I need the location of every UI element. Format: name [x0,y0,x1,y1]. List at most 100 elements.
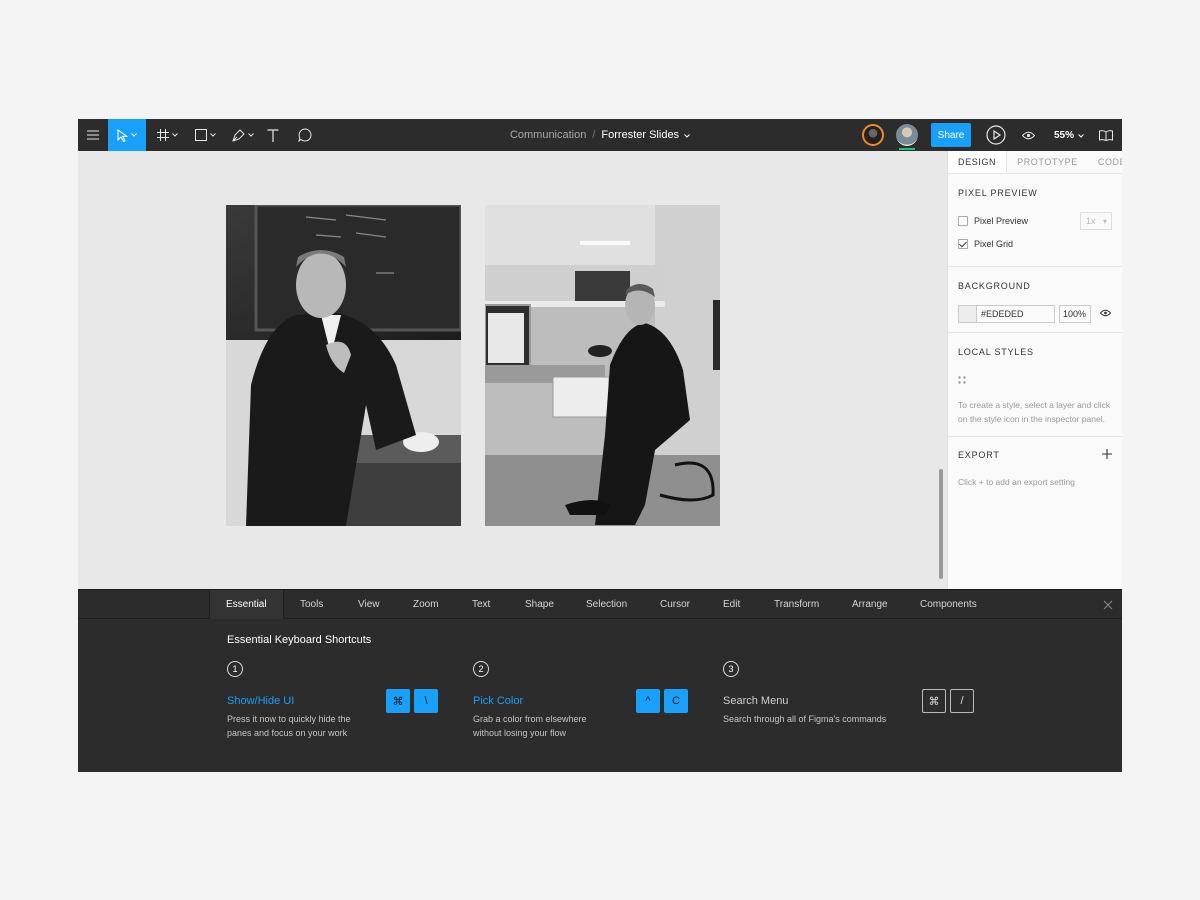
pen-nib-icon [232,128,245,142]
panel-tabs: DESIGN PROTOTYPE CODE [948,151,1122,174]
tab-selection[interactable]: Selection [586,590,627,619]
eye-icon [1021,131,1035,140]
plus-icon [1102,449,1112,459]
tab-code[interactable]: CODE [1088,151,1122,173]
shortcut-description: Press it now to quickly hide the panes a… [227,714,351,738]
tab-text[interactable]: Text [472,590,490,619]
active-user-indicator [899,148,915,150]
chevron-down-icon[interactable] [684,129,690,141]
tab-zoom[interactable]: Zoom [413,590,439,619]
key-backslash: \ [414,689,438,713]
toolbar: Communication / Forrester Slides Share 5… [78,119,1122,151]
key-c: C [664,689,688,713]
step-number: 3 [723,661,739,677]
avatar[interactable] [862,124,884,146]
shortcut-title: Show/Hide UI [227,695,295,707]
key-control: ^ [636,689,660,713]
hamburger-icon [87,130,99,140]
photo-image [226,205,461,526]
photo-frame-engelbart-workstation[interactable] [485,205,720,526]
checkbox-label: Pixel Grid [974,239,1014,249]
shape-tool-button[interactable] [188,119,222,151]
text-t-icon [267,128,279,142]
section-title: LOCAL STYLES [958,347,1034,357]
frame-tool-button[interactable] [150,119,184,151]
step-number: 2 [473,661,489,677]
step-number: 1 [227,661,243,677]
share-button[interactable]: Share [931,123,971,147]
canvas-vertical-scrollbar[interactable] [939,469,943,579]
present-button[interactable] [984,119,1008,151]
cursor-arrow-icon [117,128,128,142]
text-tool-button[interactable] [262,119,284,151]
key-command: ⌘ [922,689,946,713]
comment-bubble-icon [298,128,312,142]
chevron-down-icon [1078,130,1084,141]
shortcut-description: Search through all of Figma's commands [723,714,887,724]
project-name[interactable]: Communication [510,129,586,141]
pixel-scale-select[interactable]: 1x [1080,212,1112,230]
pixel-preview-section: PIXEL PREVIEW Pixel Preview 1x Pixel Gri… [948,174,1122,267]
local-styles-section: LOCAL STYLES To create a style, select a… [948,333,1122,437]
zoom-menu[interactable]: 55% [1054,119,1084,151]
move-tool-button[interactable] [108,119,146,151]
opacity-input[interactable]: 100% [1059,305,1091,323]
frame-hash-icon [156,129,169,141]
shortcut-tabs: Essential Tools View Zoom Text Shape Sel… [78,590,1122,619]
keyboard-shortcuts-panel: Essential Tools View Zoom Text Shape Sel… [78,589,1122,772]
section-title: EXPORT [958,450,1000,460]
photo-frame-engelbart-chalkboard[interactable] [226,205,461,526]
add-export-button[interactable] [1102,449,1112,461]
figma-window: Communication / Forrester Slides Share 5… [78,119,1122,772]
tab-prototype[interactable]: PROTOTYPE [1007,151,1088,173]
checkbox-label: Pixel Preview [974,216,1029,226]
comment-tool-button[interactable] [294,119,316,151]
shortcut-title: Pick Color [473,695,524,707]
canvas[interactable] [78,151,947,589]
avatar[interactable] [896,124,918,146]
main-menu-button[interactable] [78,119,108,151]
chevron-down-icon [171,133,178,137]
background-section: BACKGROUND #EDEDED 100% [948,267,1122,333]
close-icon[interactable] [1102,598,1114,610]
tab-design[interactable]: DESIGN [948,151,1008,173]
color-swatch[interactable] [958,305,976,323]
zoom-level: 55% [1054,129,1075,141]
pen-tool-button[interactable] [226,119,260,151]
key-slash: / [950,689,974,713]
resources-button[interactable] [1096,119,1116,151]
export-header: EXPORT [958,449,1112,461]
tab-shape[interactable]: Shape [525,590,554,619]
chevron-down-icon [209,133,216,137]
tab-arrange[interactable]: Arrange [852,590,888,619]
tab-essential[interactable]: Essential [209,590,284,619]
properties-panel: DESIGN PROTOTYPE CODE PIXEL PREVIEW Pixe… [947,151,1122,589]
view-only-button[interactable] [1018,119,1038,151]
eye-icon[interactable] [1099,309,1112,319]
photo-image [485,205,720,526]
pixel-preview-checkbox[interactable] [958,216,968,226]
pixel-preview-row: Pixel Preview 1x [958,212,1112,230]
rectangle-icon [194,129,207,141]
breadcrumb-separator: / [592,129,596,141]
file-name[interactable]: Forrester Slides [601,129,679,141]
tab-view[interactable]: View [358,590,380,619]
tab-edit[interactable]: Edit [723,590,740,619]
background-fill-row: #EDEDED 100% [958,305,1112,323]
local-styles-hint: To create a style, select a layer and cl… [958,400,1111,424]
tab-transform[interactable]: Transform [774,590,819,619]
styles-grid-icon[interactable] [958,371,1112,389]
pixel-grid-row: Pixel Grid [958,239,1112,249]
tab-components[interactable]: Components [920,590,977,619]
chevron-down-icon [248,133,254,137]
play-icon [986,125,1006,145]
hex-input[interactable]: #EDEDED [976,305,1055,323]
export-section: EXPORT Click + to add an export setting [948,437,1122,489]
section-title: PIXEL PREVIEW [958,188,1038,198]
tab-cursor[interactable]: Cursor [660,590,690,619]
section-title: BACKGROUND [958,281,1031,291]
tab-tools[interactable]: Tools [300,590,323,619]
shortcut-description: Grab a color from elsewhere without losi… [473,714,587,738]
chevron-down-icon [131,133,137,137]
pixel-grid-checkbox[interactable] [958,239,968,249]
